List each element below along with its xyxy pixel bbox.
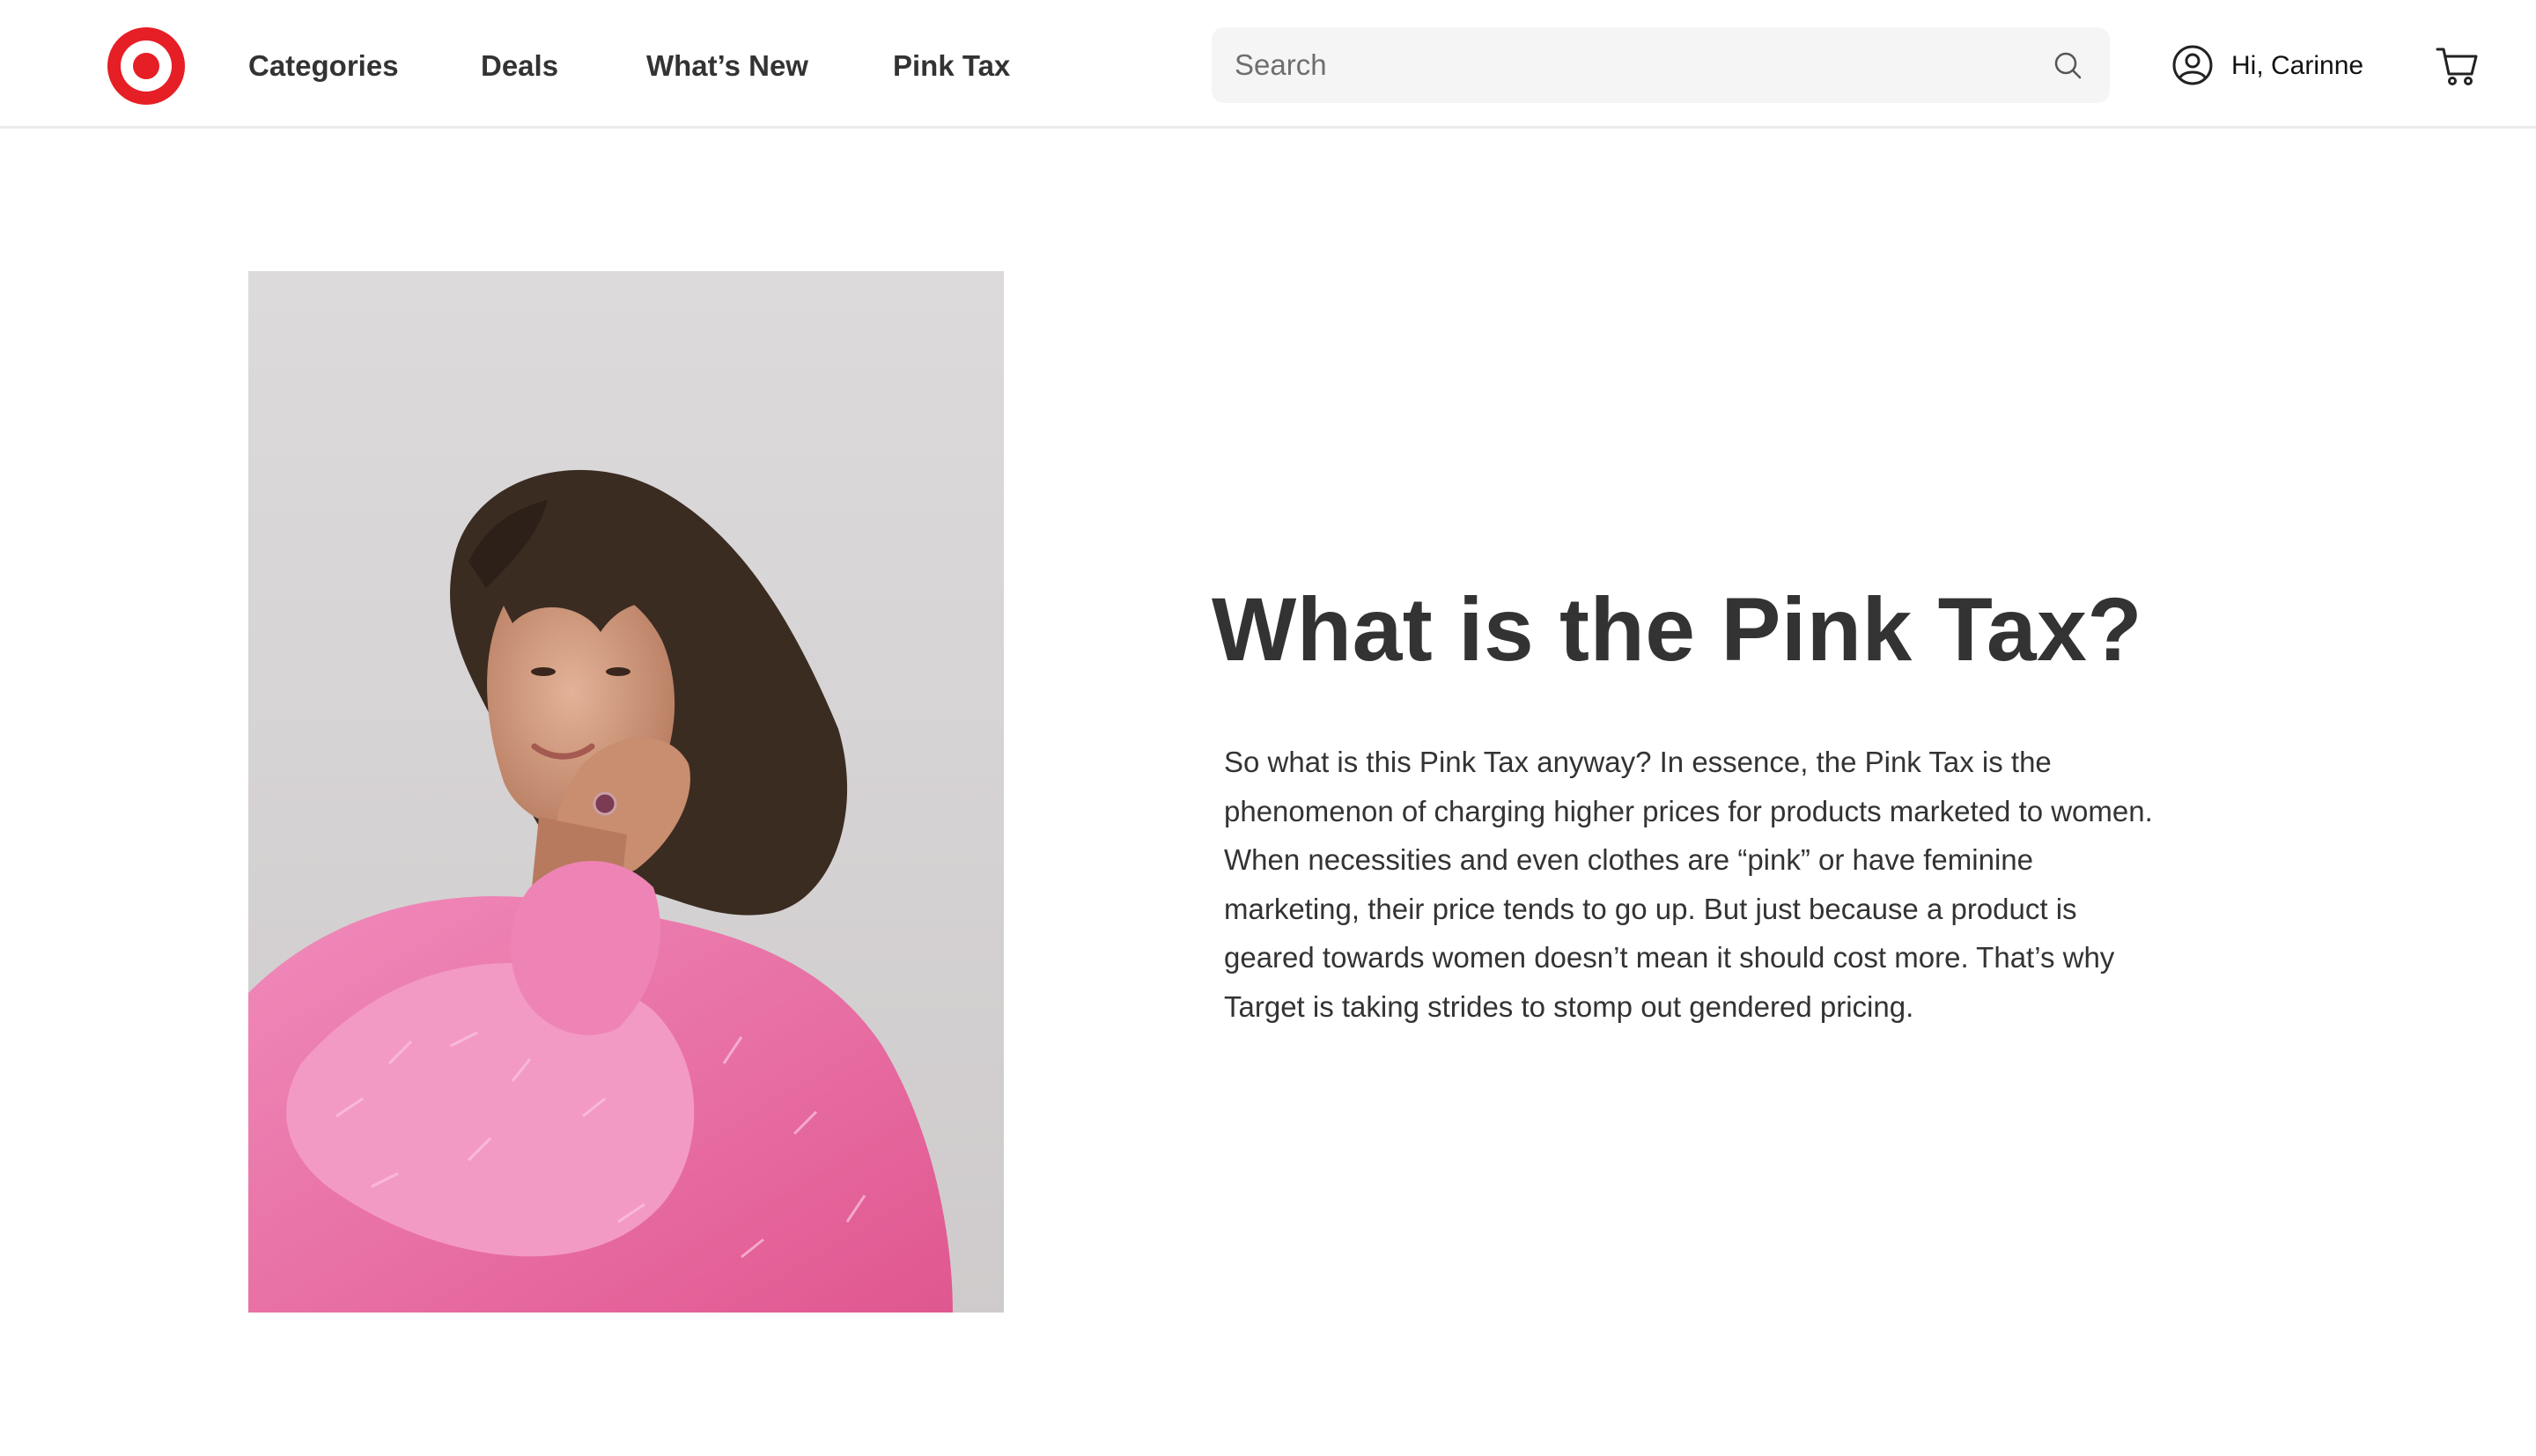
shopping-cart-icon[interactable] [2436, 44, 2480, 88]
person-in-pink-sweater-photo [248, 271, 1004, 1313]
site-header: Categories Deals What’s New Pink Tax Hi,… [0, 0, 2536, 129]
search-icon[interactable] [2052, 49, 2083, 81]
search-input[interactable] [1235, 27, 2027, 103]
page-title: What is the Pink Tax? [1212, 579, 2143, 680]
user-circle-icon [2172, 45, 2213, 85]
intro-paragraph: So what is this Pink Tax anyway? In esse… [1224, 746, 2153, 1023]
search-bar[interactable] [1212, 27, 2110, 103]
nav-categories[interactable]: Categories [248, 44, 399, 88]
nav-deals[interactable]: Deals [481, 44, 558, 88]
hero-photo [248, 271, 1004, 1313]
nav-whats-new[interactable]: What’s New [646, 44, 808, 88]
account-greeting: Hi, Carinne [2231, 51, 2364, 80]
nav-pink-tax[interactable]: Pink Tax [893, 44, 1010, 88]
target-logo-icon[interactable] [107, 27, 185, 105]
